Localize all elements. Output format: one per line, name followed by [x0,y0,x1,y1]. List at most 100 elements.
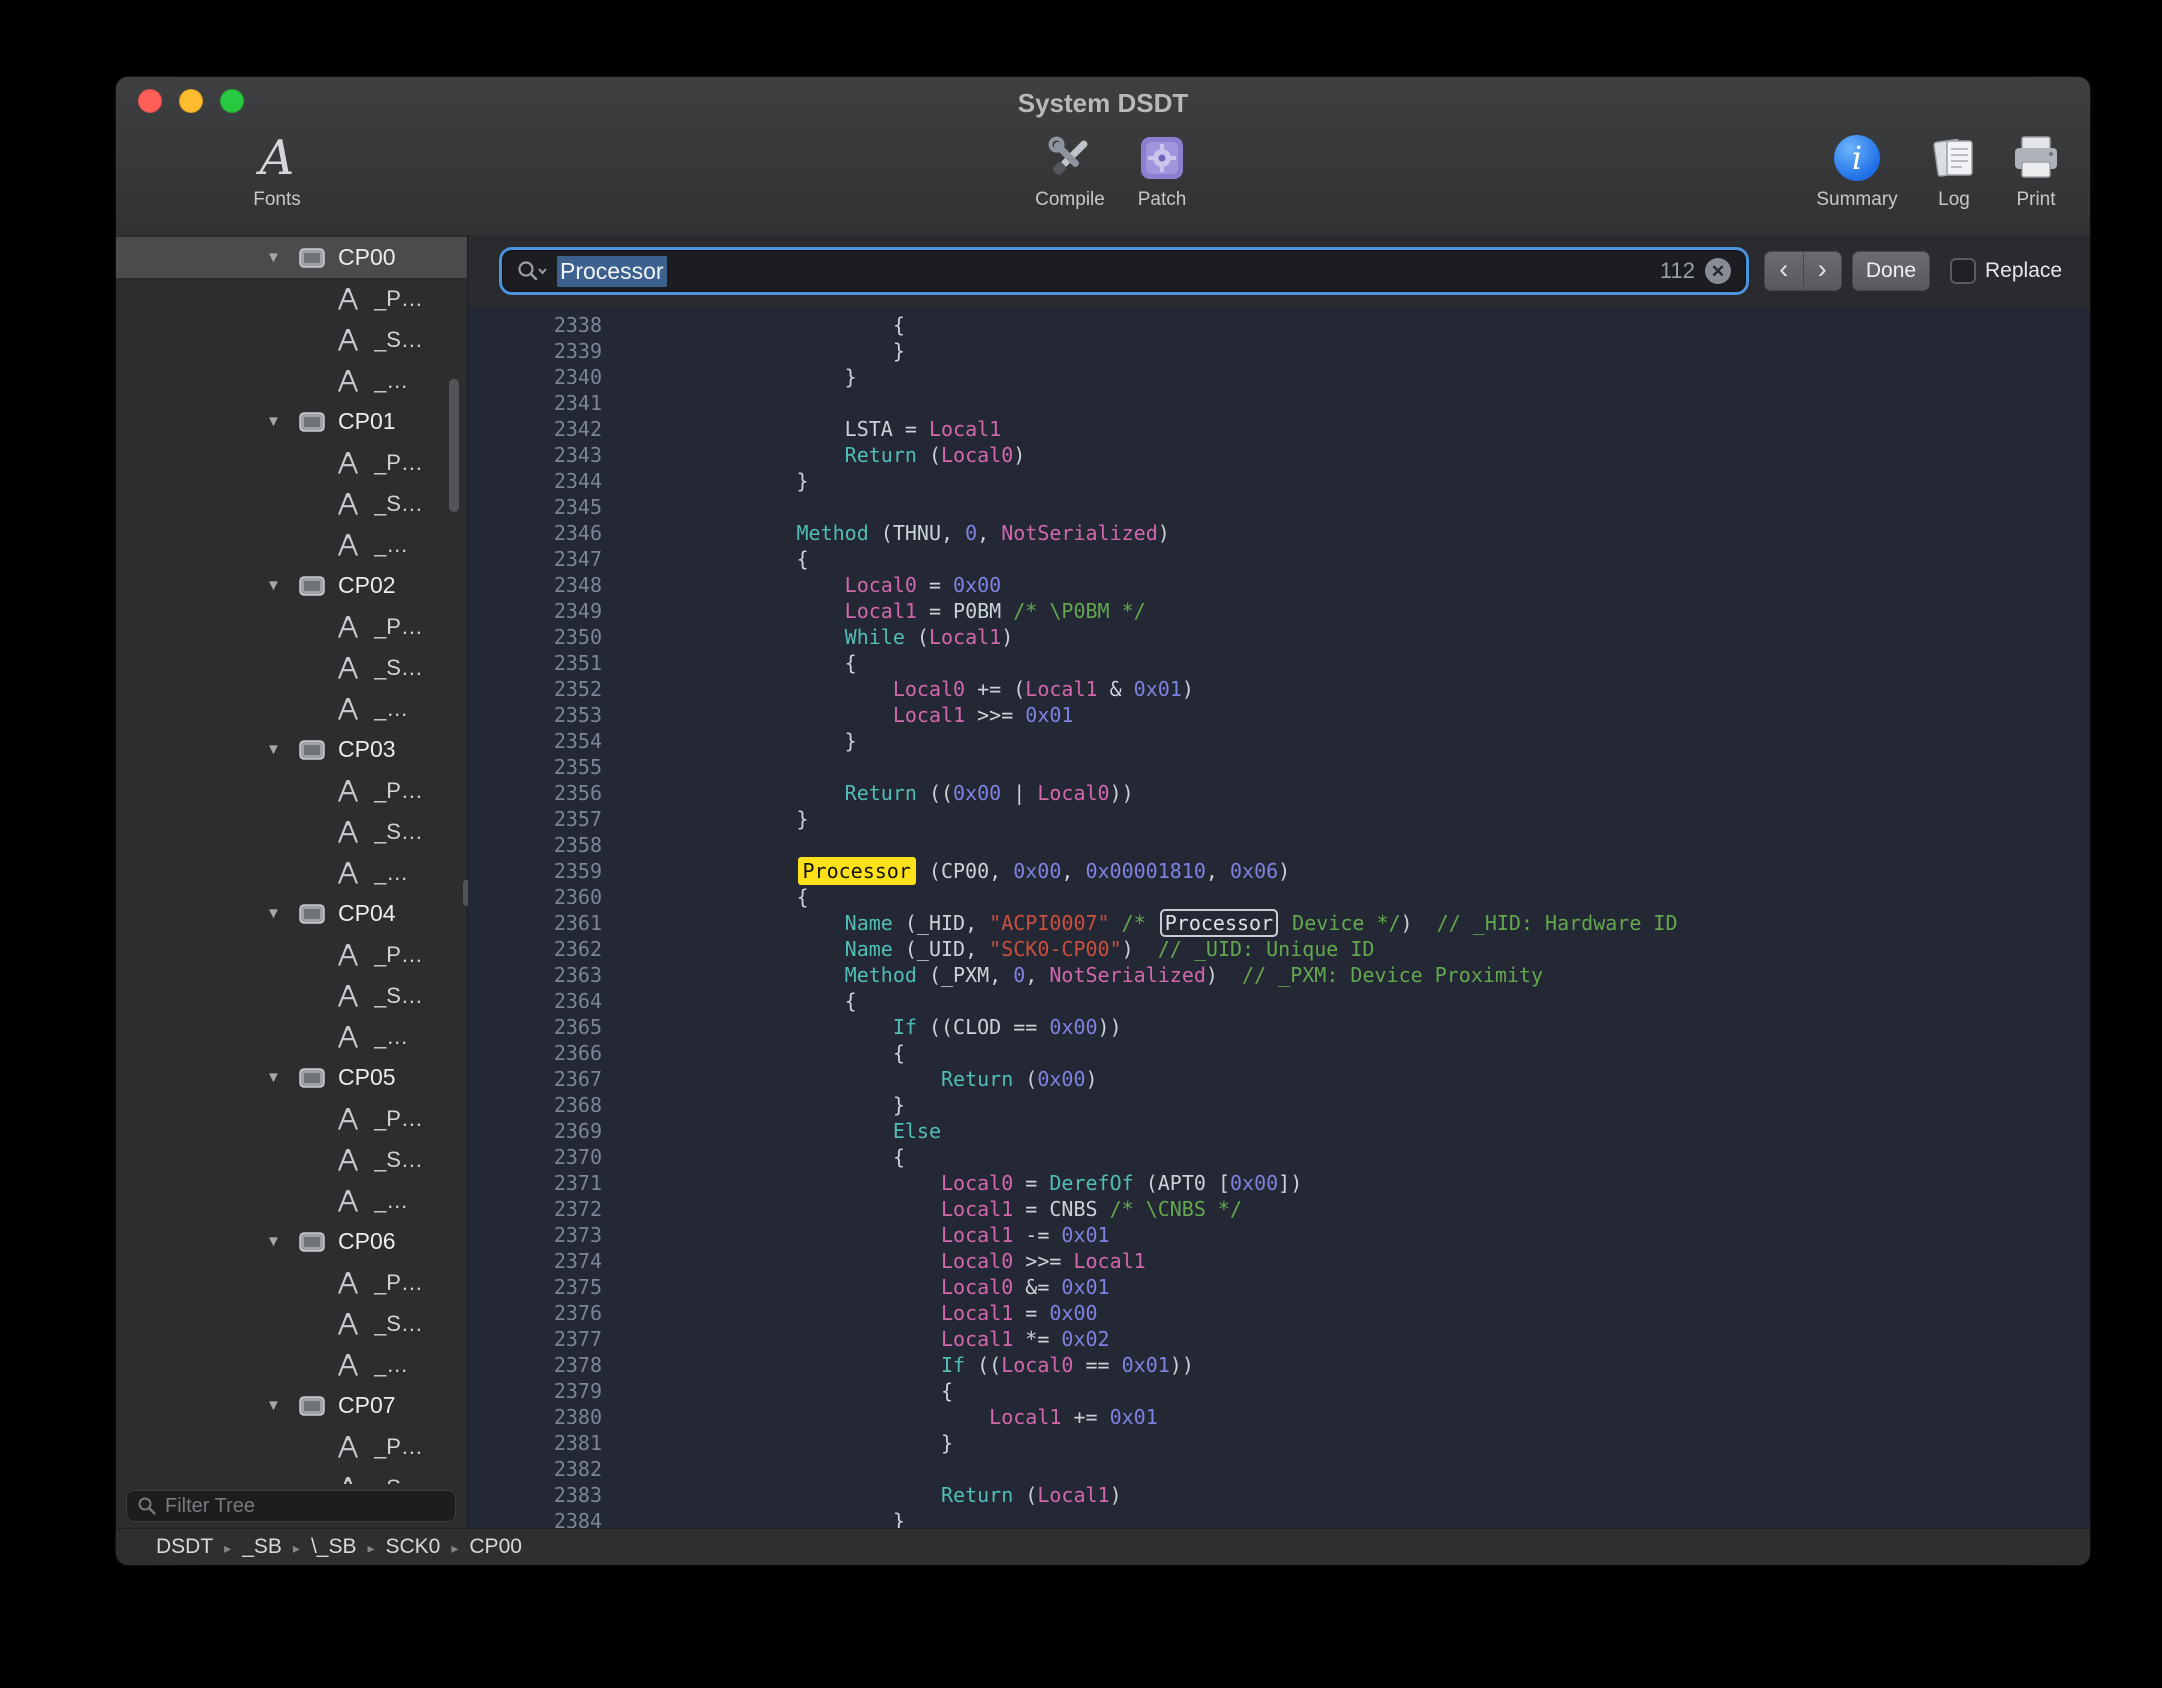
tree-item-label: _… [374,1352,408,1378]
tree-item-_P[interactable]: _P… [116,606,467,647]
code-editor[interactable]: 2338 {2339 }2340 }23412342 LSTA = Local1… [468,308,2090,1528]
tree-item-CP04[interactable]: ▼CP04 [116,893,467,934]
compass-icon [334,368,362,394]
tree-item-_[interactable]: _… [116,852,467,893]
tree-item-label: _S… [374,1147,423,1173]
print-icon [2011,135,2061,181]
tree-item-_[interactable]: _… [116,688,467,729]
done-button[interactable]: Done [1852,251,1930,291]
code-line: 2363 Method (_PXM, 0, NotSerialized) // … [468,962,2090,988]
code-line: 2345 [468,494,2090,520]
scope-icon [298,1393,326,1419]
app-window: System DSDT A Fonts [116,77,2090,1565]
tree-item-label: _… [374,696,408,722]
tree-item-_[interactable]: _… [116,1180,467,1221]
sidebar-tree: ▼CP00_P…_S…_…▼CP01_P…_S…_…▼CP02_P…_S…_…▼… [116,237,467,1487]
line-number: 2362 [468,936,628,962]
line-number: 2353 [468,702,628,728]
compass-icon [334,819,362,845]
filter-tree-input[interactable]: Filter Tree [126,1490,456,1522]
fonts-icon: A [260,134,295,182]
next-match-button[interactable]: › [1803,252,1842,290]
tree-item-CP03[interactable]: ▼CP03 [116,729,467,770]
tree-item-_P[interactable]: _P… [116,1098,467,1139]
line-number: 2374 [468,1248,628,1274]
disclosure-triangle-icon[interactable]: ▼ [266,1069,288,1086]
code-line: 2348 Local0 = 0x00 [468,572,2090,598]
breadcrumb-item[interactable]: SCK0 [386,1535,441,1558]
compass-icon [334,1106,362,1132]
line-number: 2348 [468,572,628,598]
line-number: 2346 [468,520,628,546]
sidebar-scrollbar-thumb[interactable] [449,379,459,512]
line-number: 2341 [468,390,628,416]
tree-item-label: _S… [374,491,423,517]
tree-item-label: _… [374,860,408,886]
fonts-label: Fonts [207,189,347,211]
line-number: 2355 [468,754,628,780]
disclosure-triangle-icon[interactable]: ▼ [266,905,288,922]
tree-item-_P[interactable]: _P… [116,278,467,319]
compass-icon [334,614,362,640]
code-lines: 2338 {2339 }2340 }23412342 LSTA = Local1… [468,308,2090,1528]
find-input[interactable]: Processor 112 ✕ [503,251,1745,291]
compass-icon [334,1311,362,1337]
tree-item-_P[interactable]: _P… [116,934,467,975]
tree-item-_S[interactable]: _S… [116,647,467,688]
find-query-text: Processor [557,256,667,287]
compass-icon [334,491,362,517]
code-line: 2369 Else [468,1118,2090,1144]
tree-item-CP06[interactable]: ▼CP06 [116,1221,467,1262]
tree-item-CP01[interactable]: ▼ CP01 [116,401,467,442]
code-line: 2346 Method (THNU, 0, NotSerialized) [468,520,2090,546]
tree-item-_P[interactable]: _P… [116,442,467,483]
tree-item-CP00[interactable]: ▼CP00 [116,237,467,278]
patch-toolbar-button[interactable]: Patch [1092,129,1232,211]
breadcrumb-item[interactable]: \_SB [311,1535,357,1558]
tree-item-CP05[interactable]: ▼CP05 [116,1057,467,1098]
disclosure-triangle-icon[interactable]: ▼ [266,1233,288,1250]
tree-item-_S[interactable]: _S… [116,319,467,360]
tree-item-CP02[interactable]: ▼CP02 [116,565,467,606]
title-bar[interactable]: System DSDT [116,77,2090,125]
tree-item-_S[interactable]: _S… [116,975,467,1016]
line-number: 2372 [468,1196,628,1222]
tree-item-label: _S… [374,655,423,681]
print-toolbar-button[interactable]: Print [1966,129,2090,211]
disclosure-triangle-icon[interactable]: ▼ [266,249,288,266]
breadcrumb-item[interactable]: _SB [242,1535,282,1558]
breadcrumb-item[interactable]: DSDT [156,1535,213,1558]
tree-item-CP07[interactable]: ▼ CP07 [116,1385,467,1426]
tree-item-_P[interactable]: _P… [116,770,467,811]
tree-item-label: CP07 [338,1392,396,1419]
tree-item-label: CP01 [338,408,396,435]
breadcrumb-item[interactable]: CP00 [469,1535,522,1558]
tree-item-_P[interactable]: _P… [116,1426,467,1467]
fonts-toolbar-button[interactable]: A Fonts [207,129,347,211]
current-find-indicator: Processor [1160,909,1278,937]
tree-item-label: _… [374,368,408,394]
previous-match-button[interactable]: ‹ [1765,252,1803,290]
tree-item-_S[interactable]: _S… [116,1303,467,1344]
patch-icon [1139,135,1185,181]
tree-item-_[interactable]: _… [116,360,467,401]
disclosure-triangle-icon[interactable]: ▼ [266,577,288,594]
code-line: 2384 } [468,1508,2090,1528]
clear-search-icon[interactable]: ✕ [1705,258,1731,284]
code-line: 2361 Name (_HID, "ACPI0007" /* Processor… [468,910,2090,936]
tree-item-_[interactable]: _… [116,1344,467,1385]
tree-item-_[interactable]: _… [116,524,467,565]
line-number: 2342 [468,416,628,442]
code-line: 2350 While (Local1) [468,624,2090,650]
disclosure-triangle-icon[interactable]: ▼ [266,1397,288,1414]
tree-item-_S[interactable]: _S… [116,1139,467,1180]
code-line: 2378 If ((Local0 == 0x01)) [468,1352,2090,1378]
compass-icon [334,1024,362,1050]
tree-item-_S[interactable]: _S… [116,483,467,524]
tree-item-_P[interactable]: _P… [116,1262,467,1303]
replace-checkbox[interactable] [1950,258,1976,284]
tree-item-_S[interactable]: _S… [116,811,467,852]
disclosure-triangle-icon[interactable]: ▼ [266,741,288,758]
disclosure-triangle-icon[interactable]: ▼ [266,413,288,430]
tree-item-_[interactable]: _… [116,1016,467,1057]
